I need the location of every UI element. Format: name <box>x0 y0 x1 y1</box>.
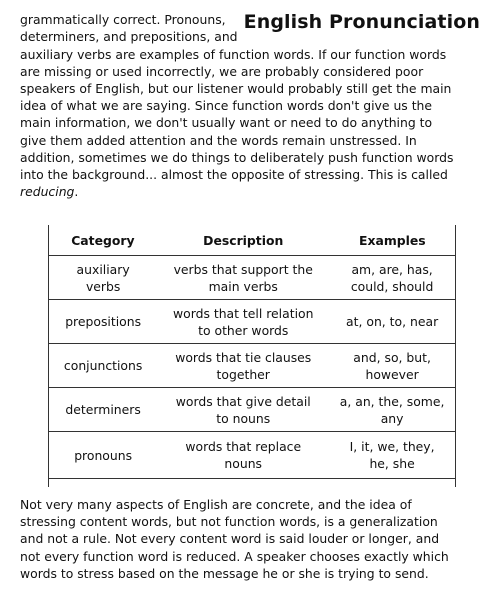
cell-line: auxiliary <box>76 261 130 277</box>
cell-description: words that replace nouns <box>157 431 330 479</box>
cell-line: prepositions <box>65 314 142 329</box>
table-row: conjunctions words that tie clauses toge… <box>48 343 457 388</box>
cell-line: verbs <box>85 278 121 294</box>
function-words-table: Category Description Examples auxiliary … <box>48 225 457 479</box>
closing-line: words to stress based on the message he … <box>20 565 429 581</box>
intro-paragraph: auxiliary verbs are examples of function… <box>20 46 488 201</box>
cell-examples: I, it, we, they, he, she <box>329 431 457 479</box>
cell-line: any <box>380 410 404 426</box>
intro-line: idea of what we are saying. Since functi… <box>20 98 433 114</box>
intro-line: give them added attention and the words … <box>20 132 417 148</box>
cell-line: words that tell relation <box>172 305 314 321</box>
cell-line: and, so, but, <box>353 349 431 365</box>
table-row: prepositions words that tell relation to… <box>48 299 457 344</box>
cell-line: he, she <box>369 456 415 471</box>
intro-paragraph-start: grammatically correct. Pronouns, determi… <box>20 11 256 45</box>
cell-line: words that give detail <box>175 393 311 409</box>
header-description: Description <box>203 232 284 248</box>
cell-examples: am, are, has, could, should <box>329 255 457 300</box>
term-reducing: reducing <box>20 184 75 200</box>
cell-line: to other words <box>198 322 289 338</box>
table-header-row: Category Description Examples <box>49 225 456 256</box>
cell-description: words that tell relation to other words <box>157 299 330 344</box>
cell-line: words that replace <box>185 439 302 454</box>
cell-line: verbs that support the <box>173 261 313 277</box>
cell-line: conjunctions <box>63 358 143 373</box>
cell-category: pronouns <box>48 431 158 479</box>
cell-line: at, on, to, near <box>346 314 439 329</box>
cell-line: determiners <box>65 402 141 417</box>
table-row: determiners words that give detail to no… <box>48 387 457 432</box>
cell-category: auxiliary verbs <box>48 255 158 300</box>
intro-line: speakers of English, but our listener wo… <box>20 80 452 96</box>
intro-line: into the background... almost the opposi… <box>20 166 448 182</box>
cell-line: a, an, the, some, <box>339 393 445 409</box>
table-right-border <box>455 225 456 487</box>
cell-line: pronouns <box>74 447 133 463</box>
cell-line: am, are, has, <box>351 261 433 277</box>
page-title: English Pronunciation <box>243 11 480 33</box>
intro-line: grammatically correct. Pronouns, <box>20 12 226 27</box>
cell-line: together <box>216 366 270 382</box>
cell-examples: at, on, to, near <box>329 299 457 344</box>
cell-line: I, it, we, they, <box>349 439 435 454</box>
cell-line: words that tie clauses <box>175 349 312 365</box>
intro-last-line: reducing. <box>20 183 488 200</box>
cell-category: determiners <box>48 387 158 432</box>
cell-line: to nouns <box>216 410 271 426</box>
intro-line: addition, sometimes we do things to deli… <box>20 149 454 165</box>
intro-line: determiners, and prepositions, and <box>20 29 238 45</box>
cell-description: words that tie clauses together <box>157 343 330 388</box>
closing-paragraph: Not very many aspects of English are con… <box>20 496 488 582</box>
closing-line: not every function word is reduced. A sp… <box>20 548 449 564</box>
header-category: Category <box>71 232 135 248</box>
cell-category: prepositions <box>48 299 158 344</box>
intro-line: auxiliary verbs are examples of function… <box>20 46 447 62</box>
period: . <box>74 184 79 200</box>
cell-line: could, should <box>350 278 434 294</box>
header-examples: Examples <box>359 232 426 248</box>
cell-line: main verbs <box>208 278 278 294</box>
cell-description: verbs that support the main verbs <box>157 255 330 300</box>
closing-line: Not very many aspects of English are con… <box>20 497 412 512</box>
cell-examples: and, so, but, however <box>329 343 457 388</box>
table-left-border <box>48 225 49 487</box>
closing-line: stressing content words, but not functio… <box>20 514 438 530</box>
table-row: pronouns words that replace nouns I, it,… <box>48 431 457 479</box>
cell-description: words that give detail to nouns <box>157 387 330 432</box>
cell-line: nouns <box>224 456 263 471</box>
intro-line: main information, we don't usually want … <box>20 115 433 131</box>
cell-line: however <box>365 366 419 382</box>
cell-category: conjunctions <box>48 343 158 388</box>
table-row: auxiliary verbs verbs that support the m… <box>48 255 457 300</box>
cell-examples: a, an, the, some, any <box>329 387 457 432</box>
intro-line: are missing or used incorrectly, we are … <box>20 63 424 79</box>
closing-line: and not a rule. Not every content word i… <box>20 531 440 547</box>
